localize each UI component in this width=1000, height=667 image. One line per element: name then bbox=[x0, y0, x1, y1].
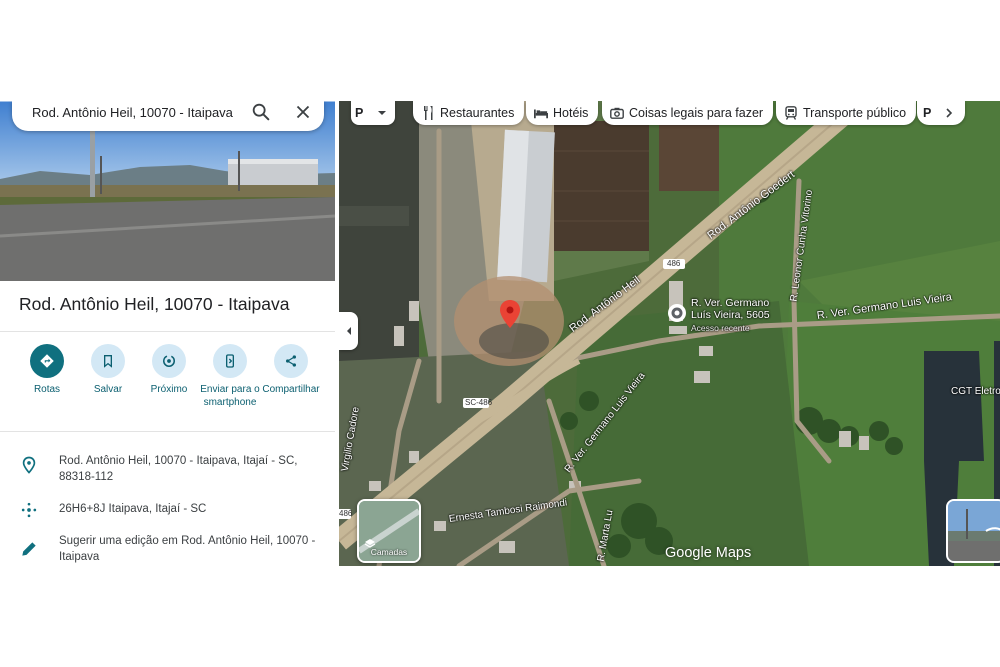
divider bbox=[0, 331, 335, 332]
divider bbox=[0, 431, 335, 432]
street-view-image bbox=[948, 501, 1000, 561]
collapse-panel-button[interactable] bbox=[339, 312, 358, 350]
share-button[interactable]: Compartilhar bbox=[260, 344, 322, 396]
search-query-text: Rod. Antônio Heil, 10070 - Itaipava bbox=[32, 105, 233, 120]
nearby-button[interactable]: Próximo bbox=[138, 344, 200, 396]
phone-icon bbox=[213, 344, 247, 378]
chip-transit-label: Transporte público bbox=[803, 106, 907, 120]
recent-place-sublabel: Acesso recente bbox=[691, 323, 750, 333]
camera-icon bbox=[610, 106, 624, 120]
save-label: Salvar bbox=[93, 384, 123, 395]
chip-restaurants-label: Restaurantes bbox=[440, 106, 515, 120]
street-view-thumbnail[interactable] bbox=[946, 499, 1000, 563]
share-label: Compartilhar bbox=[262, 384, 320, 395]
route-shield-486: 486 bbox=[667, 259, 681, 268]
location-marker-icon[interactable] bbox=[499, 300, 521, 328]
location-pin-icon bbox=[22, 456, 36, 474]
send-to-phone-label: Enviar para o smartphone bbox=[200, 384, 260, 408]
google-maps-logo: Google Maps bbox=[665, 545, 752, 561]
layers-button[interactable]: Camadas bbox=[357, 499, 421, 563]
nearby-icon bbox=[152, 344, 186, 378]
directions-button[interactable]: Rotas bbox=[16, 344, 78, 396]
chip-more-label: P bbox=[923, 106, 932, 120]
parking-chip[interactable]: P bbox=[351, 101, 395, 125]
satellite-map[interactable]: 486 SC-486 486 Rod. Antônio Heil Rod. An… bbox=[339, 101, 1000, 566]
chip-hotels-label: Hotéis bbox=[553, 106, 589, 120]
search-icon[interactable] bbox=[250, 101, 272, 123]
recent-place-icon[interactable] bbox=[666, 302, 688, 324]
send-to-phone-button[interactable]: Enviar para o smartphone bbox=[199, 344, 261, 409]
directions-label: Rotas bbox=[33, 384, 61, 395]
train-icon bbox=[784, 106, 798, 120]
chip-hotels[interactable]: Hotéis bbox=[526, 101, 599, 125]
nearby-label: Próximo bbox=[150, 384, 188, 395]
suggest-edit-text: Sugerir uma edição em Rod. Antônio Heil,… bbox=[59, 535, 316, 563]
pencil-icon bbox=[22, 542, 36, 556]
chip-things-to-do[interactable]: Coisas legais para fazer bbox=[602, 101, 774, 125]
plus-code-text: 26H6+8J Itaipava, Itajaí - SC bbox=[59, 503, 207, 515]
address-text: Rod. Antônio Heil, 10070 - Itaipava, Ita… bbox=[59, 455, 298, 483]
parking-chip-label: P bbox=[355, 106, 364, 120]
recent-place-label[interactable]: R. Ver. Germano Luís Vieira, 5605 bbox=[691, 297, 786, 321]
save-button[interactable]: Salvar bbox=[77, 344, 139, 396]
place-title: Rod. Antônio Heil, 10070 - Itaipava bbox=[19, 294, 290, 314]
share-icon bbox=[274, 344, 308, 378]
search-input[interactable]: Rod. Antônio Heil, 10070 - Itaipava bbox=[12, 101, 324, 131]
bed-icon bbox=[534, 106, 548, 120]
chip-more[interactable]: P bbox=[917, 101, 965, 125]
route-shield-sc486: SC-486 bbox=[465, 398, 493, 407]
route-shield-486-left: 486 bbox=[339, 509, 353, 518]
plus-code-icon bbox=[21, 502, 37, 518]
chip-transit[interactable]: Transporte público bbox=[776, 101, 917, 125]
layers-label: Camadas bbox=[370, 547, 408, 557]
chip-things-to-do-label: Coisas legais para fazer bbox=[629, 106, 764, 120]
satellite-imagery bbox=[339, 101, 1000, 566]
directions-icon bbox=[30, 344, 64, 378]
place-panel: Rod. Antônio Heil, 10070 - Itaipava Rod.… bbox=[0, 101, 335, 566]
maps-window: Rod. Antônio Heil, 10070 - Itaipava Rod.… bbox=[0, 101, 1000, 566]
close-icon[interactable] bbox=[292, 101, 314, 123]
place-label-cgt[interactable]: CGT Eletro bbox=[951, 386, 1000, 397]
chevron-right-icon[interactable] bbox=[941, 105, 958, 121]
bookmark-icon bbox=[91, 344, 125, 378]
chevron-left-icon bbox=[346, 327, 351, 335]
fork-knife-icon bbox=[421, 106, 435, 120]
chip-restaurants[interactable]: Restaurantes bbox=[413, 101, 525, 125]
chevron-down-icon bbox=[378, 111, 387, 115]
